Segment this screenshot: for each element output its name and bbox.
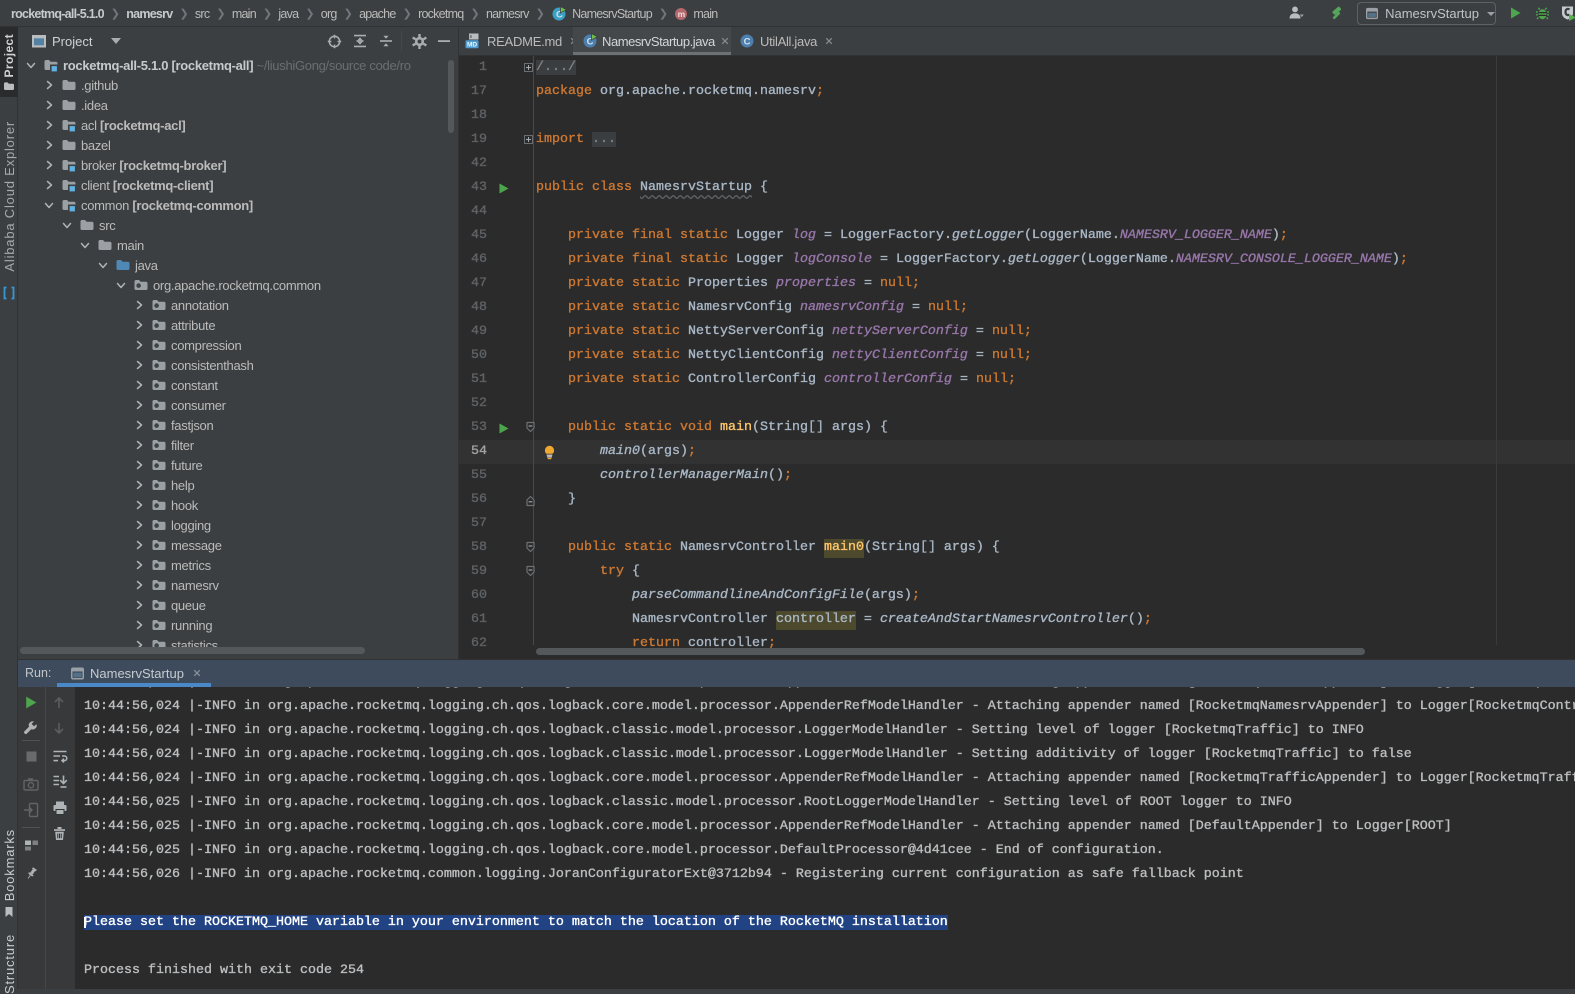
svg-text:C: C [744,36,751,47]
svg-text:m: m [678,9,686,19]
svg-text:MD: MD [467,41,477,48]
